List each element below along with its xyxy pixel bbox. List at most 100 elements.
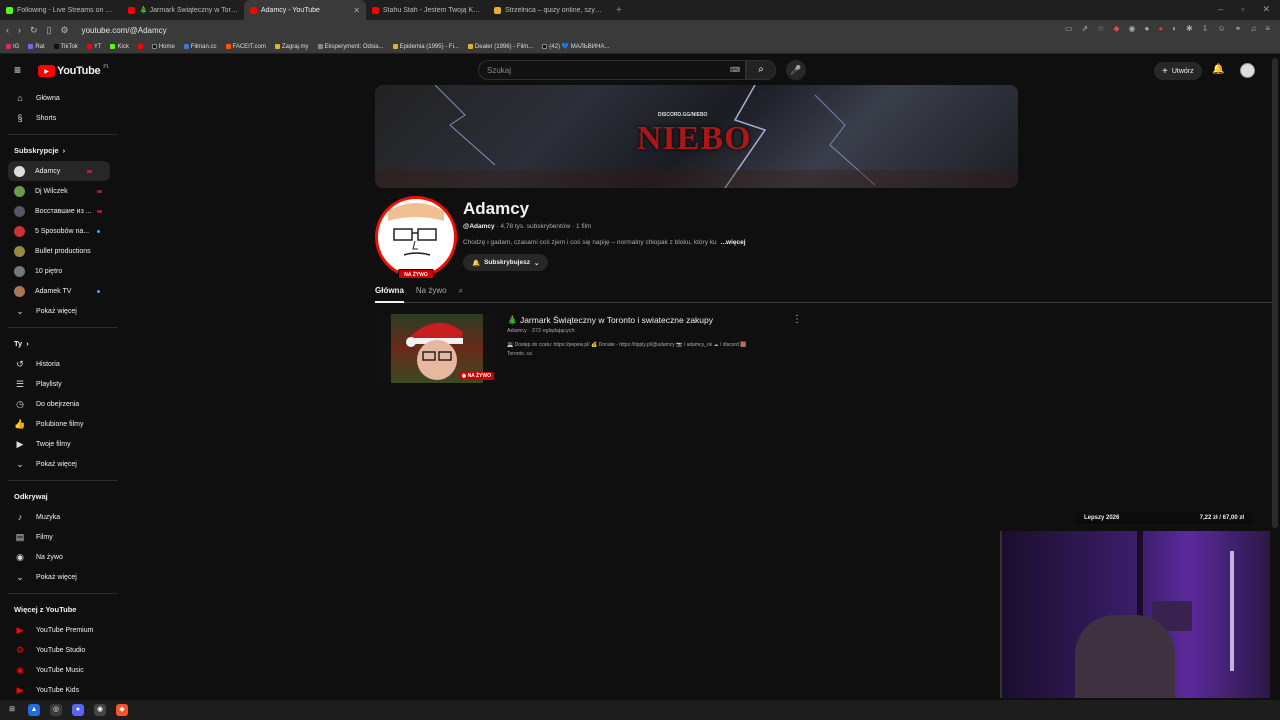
sidebar-item-watch-later[interactable]: ◷ Do obejrzenia — [0, 394, 120, 414]
bookmark-item[interactable]: Dealer (1996) - Film... — [467, 44, 533, 50]
search-input[interactable]: Szukaj — [478, 60, 746, 80]
bookmark-item[interactable]: YT — [86, 44, 101, 50]
os-taskbar: ⊞ ▲ ◎ ● ◉ ◆ — [0, 700, 1280, 720]
browser-tab[interactable]: 🎄 Jarmark Świąteczny w Toronto — [122, 0, 244, 20]
video-title[interactable]: 🎄 Jarmark Świąteczny w Toronto i swiatec… — [507, 315, 713, 326]
video-thumbnail[interactable]: ◉ NA ŻYWO — [375, 314, 497, 383]
channel-description[interactable]: Chodzę i gadam, czasami coś zjem i coś s… — [463, 239, 746, 246]
bookmark-item[interactable]: TikTok — [53, 44, 78, 50]
sidebar-item-youtube-studio[interactable]: ⚙ YouTube Studio — [0, 640, 120, 660]
sidebar-item-subscription[interactable]: 5 Sposobów na... — [0, 221, 120, 241]
browser-tab[interactable]: Strzelnica – quizy online, szybka gra — [488, 0, 610, 20]
subscriptions-header[interactable]: Subskrypcje › — [0, 139, 120, 161]
sidebar-item-music[interactable]: ♪ Muzyka — [0, 507, 120, 527]
search-button[interactable]: ⌕ — [746, 60, 776, 80]
close-window-icon[interactable]: ✕ — [1262, 4, 1270, 15]
back-icon[interactable]: ‹ — [6, 25, 9, 35]
download-icon[interactable]: ⇩ — [1202, 24, 1209, 33]
sidebar-item-subscription[interactable]: 10 piętro — [0, 261, 120, 281]
star-icon[interactable]: ☆ — [1097, 24, 1104, 33]
sidebar-item-live[interactable]: ◉ Na żywo — [0, 547, 120, 567]
subscribed-button[interactable]: 🔔 Subskrybujesz ⌄ — [463, 254, 549, 271]
more-options-icon[interactable]: ⋮ — [792, 314, 802, 325]
new-tab-icon[interactable]: + — [616, 5, 622, 16]
tab-live[interactable]: Na żywo — [416, 284, 447, 303]
sidebar-item-youtube-kids[interactable]: ▶ YouTube Kids — [0, 680, 120, 700]
link-icon[interactable]: ⚭ — [1235, 24, 1242, 33]
channel-avatar[interactable] — [375, 196, 457, 278]
video-channel[interactable]: Adamcy — [507, 328, 527, 334]
browser-tab-active[interactable]: Adamcy - YouTube ✕ — [244, 0, 366, 20]
site-info-icon[interactable]: ⚙ — [61, 25, 69, 36]
you-header[interactable]: Ty › — [0, 332, 120, 354]
puzzle-icon[interactable]: ✱ — [1186, 24, 1193, 33]
windows-start-icon[interactable]: ⊞ — [6, 704, 18, 716]
sidebar-item-your-videos[interactable]: ▶ Twoje filmy — [0, 434, 120, 454]
bookmark-item[interactable]: Epidemia (1995) - Fi... — [392, 44, 459, 50]
create-button[interactable]: + Utwórz — [1154, 62, 1202, 80]
minimize-icon[interactable]: – — [1218, 4, 1223, 15]
extension-icon[interactable]: ● — [1145, 24, 1150, 33]
browser-tab[interactable]: Stahu Stah - Jestem Twoją Kokaina — [366, 0, 488, 20]
sidebar-item-films[interactable]: ▤ Filmy — [0, 527, 120, 547]
address-bar[interactable]: youtube.com/@Adamcy — [82, 26, 167, 35]
menu-icon[interactable]: ≡ — [1265, 24, 1270, 33]
app-icon[interactable]: ▲ — [28, 704, 40, 716]
keyboard-icon[interactable]: ⌨ — [730, 66, 740, 74]
bookmark-item[interactable]: FACEIT.com — [225, 44, 266, 50]
youtube-logo[interactable]: ▶ YouTube PL — [38, 64, 109, 77]
sidebar-item-subscription[interactable]: Bullet productions — [0, 241, 120, 261]
bookmark-item[interactable] — [137, 44, 143, 49]
chrome-icon[interactable]: ◎ — [50, 704, 62, 716]
discord-icon[interactable]: ● — [72, 704, 84, 716]
bookmark-icon[interactable]: ▯ — [47, 25, 52, 36]
obs-icon[interactable]: ◉ — [94, 704, 106, 716]
reload-icon[interactable]: ↻ — [30, 25, 38, 36]
playlist-icon[interactable]: ♫ — [1250, 24, 1256, 33]
tab-search-icon[interactable]: ⌕ — [459, 284, 463, 303]
bookmark-item[interactable]: Kick — [110, 44, 129, 50]
account-avatar[interactable] — [1240, 63, 1255, 78]
brave-icon[interactable]: ◆ — [116, 704, 128, 716]
bookmark-item[interactable]: Zagraj.my — [274, 44, 309, 50]
forward-icon[interactable]: › — [18, 25, 21, 35]
sidebar-item-subscription[interactable]: Dj Wilczek — [0, 181, 120, 201]
sidebar-item-youtube-premium[interactable]: ▶ YouTube Premium — [0, 620, 120, 640]
extension-icon[interactable]: ● — [1158, 24, 1163, 33]
browser-tab[interactable]: Following - Live Streams on Kick — [0, 0, 122, 20]
sidebar-show-more[interactable]: ⌄ Pokaż więcej — [0, 567, 120, 587]
notifications-bell-icon[interactable]: 🔔 — [1212, 64, 1224, 75]
bookmark-item[interactable]: IG — [6, 44, 19, 50]
sidebar-item-youtube-music[interactable]: ◉ YouTube Music — [0, 660, 120, 680]
page-scrollbar[interactable] — [1272, 58, 1278, 528]
bookmark-item[interactable]: Eksperyment: Odsia... — [317, 44, 384, 50]
more-link[interactable]: ...więcej — [721, 239, 746, 246]
sidebar-item-shorts[interactable]: § Shorts — [0, 108, 120, 128]
share-icon[interactable]: ⇗ — [1082, 24, 1089, 33]
sidebar-show-more[interactable]: ⌄ Pokaż więcej — [0, 454, 120, 474]
sidebar-item-home[interactable]: ⌂ Główna — [0, 88, 120, 108]
brave-shield-icon[interactable]: ◆ — [1113, 24, 1119, 33]
sidebar-item-history[interactable]: ↺ Historia — [0, 354, 120, 374]
hamburger-menu-icon[interactable]: ≡ — [14, 63, 21, 77]
sidebar-item-subscription[interactable]: Восставшие из ... — [0, 201, 120, 221]
bookmark-item[interactable]: Filman.cc — [183, 44, 217, 50]
maximize-icon[interactable]: ▫ — [1241, 4, 1244, 15]
bookmark-item[interactable]: Rat — [28, 44, 45, 50]
extension-icon[interactable]: ◉ — [1129, 24, 1136, 33]
voice-search-button[interactable]: 🎤 — [786, 60, 806, 80]
bookmark-item[interactable]: (42) 💙 МАЛЬВИНА... — [542, 43, 609, 50]
bookmark-item[interactable]: Home — [151, 44, 175, 50]
profile-icon[interactable]: ☺ — [1217, 24, 1225, 33]
tab-home[interactable]: Główna — [375, 284, 404, 303]
sidebar-item-liked[interactable]: 👍 Polubione filmy — [0, 414, 120, 434]
chevron-down-icon: ⌄ — [16, 571, 24, 582]
extension-icon[interactable]: ◐ — [1172, 24, 1177, 33]
sidebar-item-subscription[interactable]: Adamcy — [8, 161, 110, 181]
video-description: 💻 Dostęp do czatu: https://pepew.pl/ 💰 D… — [507, 341, 807, 359]
sidebar-item-subscription[interactable]: Adamek TV — [0, 281, 120, 301]
sidebar-item-playlists[interactable]: ☰ Playlisty — [0, 374, 120, 394]
close-tab-icon[interactable]: ✕ — [353, 6, 360, 15]
install-icon[interactable]: ▭ — [1065, 24, 1073, 33]
sidebar-show-more[interactable]: ⌄ Pokaż więcej — [0, 301, 120, 321]
